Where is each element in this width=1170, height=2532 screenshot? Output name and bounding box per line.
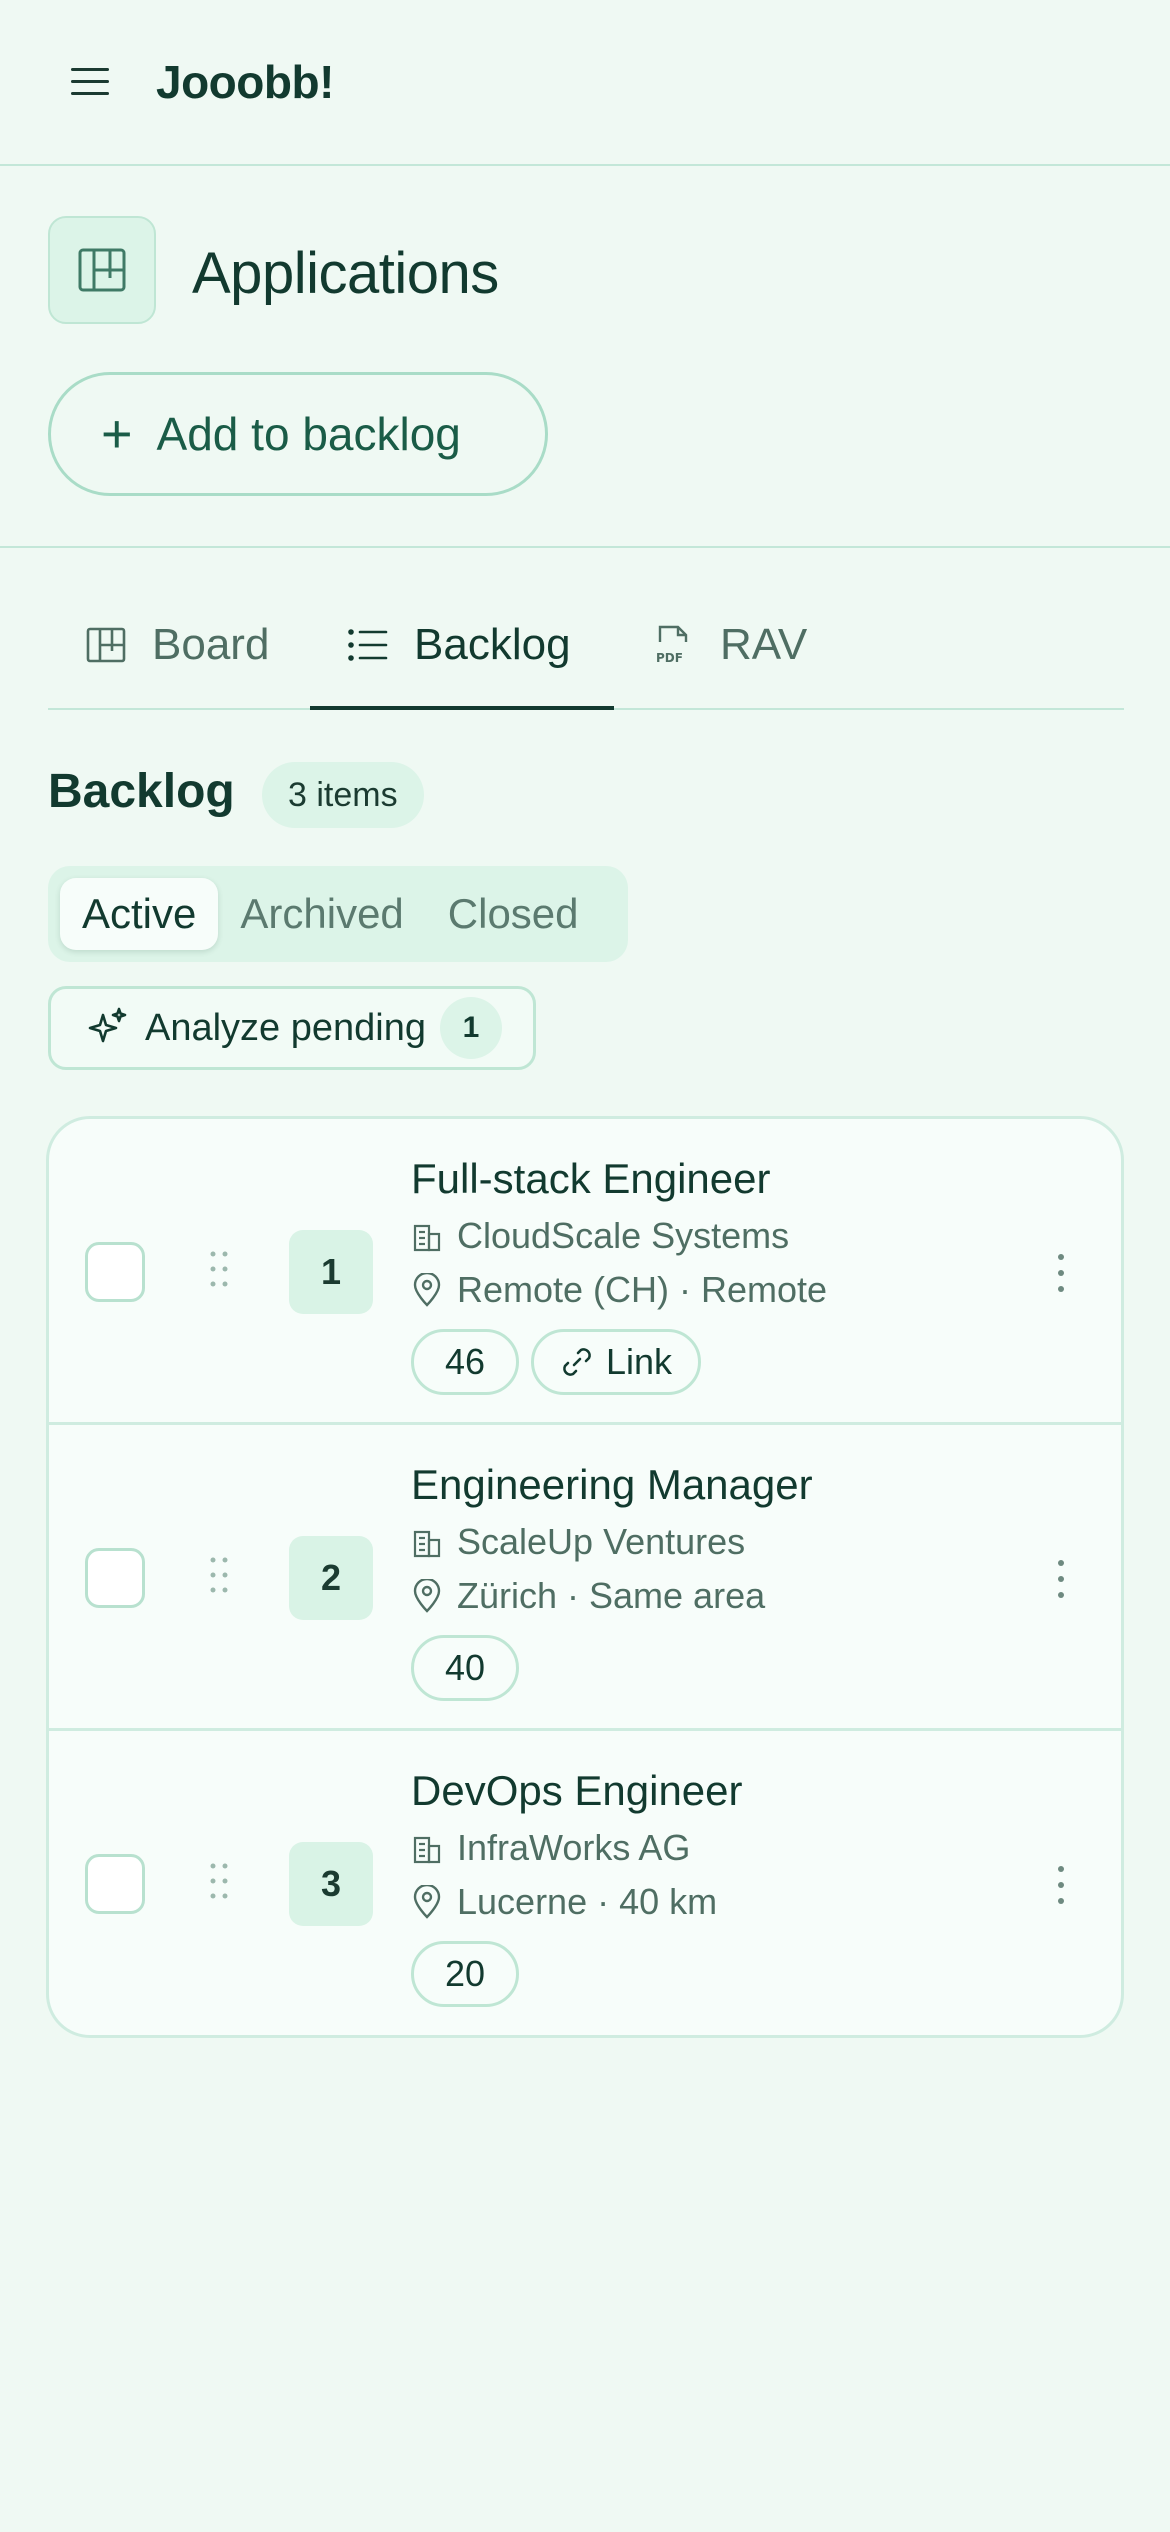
company-name: InfraWorks AG [457,1827,691,1868]
job-title[interactable]: DevOps Engineer [411,1767,743,1815]
analyze-pending-label: Analyze pending [145,1006,426,1049]
page-header: Applications + Add to backlog [0,166,1170,548]
pdf-icon: PDF [656,625,688,665]
rank-badge: 2 [289,1536,373,1620]
link-label: Link [605,1341,673,1382]
list-item[interactable]: 3 DevOps Engineer InfraWorks AG Lucerne … [49,1731,1121,2035]
location-text: Lucerne · 40 km [457,1881,718,1922]
add-to-backlog-label: Add to backlog [156,408,461,460]
sparkle-icon [88,1007,127,1043]
tab-board[interactable]: Board [86,580,269,710]
add-to-backlog-button[interactable]: + Add to backlog [48,372,548,496]
location-line: Remote (CH) · Remote [411,1269,827,1311]
company-line: InfraWorks AG [411,1827,690,1869]
list-item[interactable]: 2 Engineering Manager ScaleUp Ventures Z… [49,1425,1121,1731]
analyze-pending-button[interactable]: Analyze pending 1 [48,986,536,1070]
view-tabs: Board Backlog PDF RAV [48,580,1124,710]
map-pin-icon [413,1885,441,1919]
pending-count-badge: 1 [440,997,502,1059]
tab-board-label: Board [152,620,270,669]
applications-icon-tile [48,216,156,324]
link-icon [563,1348,591,1376]
svg-text:PDF: PDF [656,651,683,665]
location-text: Zürich · Same area [457,1575,766,1616]
score-pill: 46 [411,1329,519,1395]
list-icon [348,629,388,661]
filter-active[interactable]: Active [60,878,219,950]
filter-closed[interactable]: Closed [426,878,601,950]
item-count-badge: 3 items [262,762,424,828]
building-icon [413,1224,441,1252]
drag-handle-icon[interactable] [207,1861,231,1901]
score-pill: 40 [411,1635,519,1701]
company-line: ScaleUp Ventures [411,1521,745,1563]
list-item[interactable]: 1 Full-stack Engineer CloudScale Systems… [49,1119,1121,1425]
job-title[interactable]: Full-stack Engineer [411,1155,770,1203]
link-pill[interactable]: Link [531,1329,701,1395]
more-options-icon[interactable] [1049,1557,1073,1601]
board-icon [78,248,126,292]
tab-backlog-label: Backlog [414,620,571,669]
board-icon [86,627,126,663]
location-line: Zürich · Same area [411,1575,765,1617]
tab-backlog[interactable]: Backlog [348,580,571,710]
location-line: Lucerne · 40 km [411,1881,717,1923]
company-line: CloudScale Systems [411,1215,789,1257]
app-brand: Jooobb! [156,56,334,108]
building-icon [413,1836,441,1864]
rank-badge: 1 [289,1230,373,1314]
more-options-icon[interactable] [1049,1863,1073,1907]
top-bar: Jooobb! [0,0,1170,166]
hamburger-icon [71,68,109,95]
rank-badge: 3 [289,1842,373,1926]
location-text: Remote (CH) · Remote [457,1269,828,1310]
section-title: Backlog [48,765,235,818]
active-tab-indicator [310,706,614,710]
tab-rav-label: RAV [720,620,808,669]
score-pill: 20 [411,1941,519,2007]
tab-rav[interactable]: PDF RAV [654,580,807,710]
drag-handle-icon[interactable] [207,1555,231,1595]
job-title[interactable]: Engineering Manager [411,1461,813,1509]
select-checkbox[interactable] [85,1854,145,1914]
plus-icon: + [101,404,133,464]
drag-handle-icon[interactable] [207,1249,231,1289]
select-checkbox[interactable] [85,1548,145,1608]
map-pin-icon [413,1579,441,1613]
filter-archived[interactable]: Archived [218,878,425,950]
company-name: ScaleUp Ventures [457,1521,746,1562]
backlog-list: 1 Full-stack Engineer CloudScale Systems… [46,1116,1124,2038]
status-filter: Active Archived Closed [48,866,628,962]
map-pin-icon [413,1273,441,1307]
company-name: CloudScale Systems [457,1215,790,1256]
more-options-icon[interactable] [1049,1251,1073,1295]
menu-button[interactable] [66,58,114,106]
page-title: Applications [192,241,499,306]
select-checkbox[interactable] [85,1242,145,1302]
building-icon [413,1530,441,1558]
